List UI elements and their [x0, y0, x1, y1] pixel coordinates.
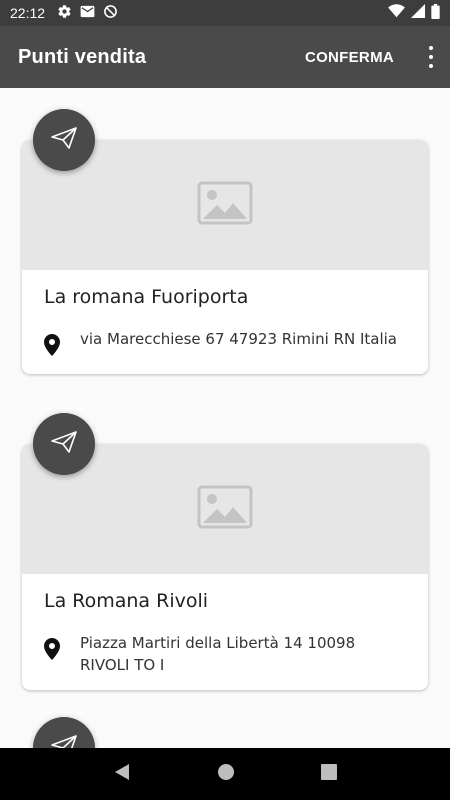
store-name: La Romana Rivoli — [44, 590, 209, 612]
send-icon — [51, 735, 77, 748]
status-bar: 22:12 — [0, 0, 450, 26]
app-bar: Punti vendita CONFERMA — [0, 26, 450, 88]
store-name: La romana Fuoriporta — [44, 286, 249, 308]
recents-icon[interactable] — [321, 764, 337, 784]
back-icon[interactable] — [113, 763, 131, 785]
navigate-button[interactable] — [33, 109, 95, 171]
send-icon — [51, 127, 77, 153]
image-icon — [197, 181, 253, 229]
sync-icon — [103, 4, 118, 23]
battery-icon — [431, 3, 440, 23]
signal-icon — [411, 4, 425, 22]
store-card[interactable]: La Romana Rivoli Piazza Martiri della Li… — [22, 444, 428, 690]
wifi-icon — [388, 4, 405, 22]
system-nav-bar — [0, 748, 450, 800]
location-pin-icon — [44, 328, 80, 360]
location-pin-icon — [44, 632, 80, 676]
status-time: 22:12 — [10, 5, 46, 21]
home-icon[interactable] — [217, 763, 235, 785]
gear-icon — [57, 4, 72, 23]
more-vert-icon[interactable] — [428, 46, 434, 68]
store-list[interactable]: La romana Fuoriporta via Marecchiese 67 … — [0, 88, 450, 748]
store-address: Piazza Martiri della Libertà 14 10098 RI… — [80, 634, 356, 674]
page-title: Punti vendita — [18, 45, 147, 68]
mail-icon — [80, 5, 95, 22]
navigate-button[interactable] — [33, 413, 95, 475]
confirm-button[interactable]: CONFERMA — [305, 49, 394, 66]
navigate-button[interactable] — [33, 717, 95, 748]
store-address: via Marecchiese 67 47923 Rimini RN Itali… — [80, 330, 397, 348]
image-icon — [197, 485, 253, 533]
store-card[interactable]: La romana Fuoriporta via Marecchiese 67 … — [22, 140, 428, 374]
send-icon — [51, 431, 77, 457]
